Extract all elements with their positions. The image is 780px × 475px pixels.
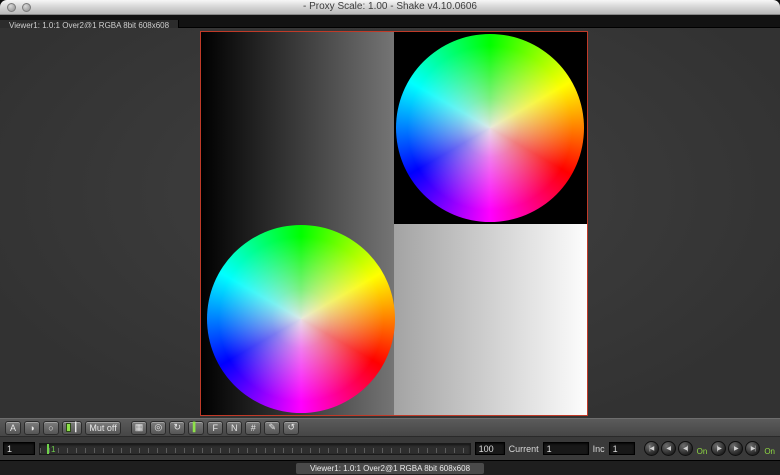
transport-controls: |◀ ◀ ◀| On |▶ ▶ ▶| On (644, 441, 777, 456)
film-gate-icon[interactable]: # (245, 421, 261, 435)
composite-image[interactable] (200, 31, 588, 416)
shake-window: - Proxy Scale: 1.00 - Shake v4.10.0606 V… (0, 0, 780, 475)
channel-alpha-icon[interactable]: ○ (43, 421, 59, 435)
tile-layout-icon[interactable]: ▦ (131, 421, 148, 435)
loop-icon[interactable]: ↺ (283, 421, 299, 435)
timeline-ticks (40, 448, 470, 453)
viewer-canvas[interactable] (0, 28, 780, 418)
roi-indicator[interactable]: ▍ (188, 421, 204, 435)
close-window-button[interactable] (7, 3, 16, 12)
inc-label: Inc (593, 444, 605, 454)
current-label: Current (509, 444, 539, 454)
timeline-playhead[interactable] (47, 444, 49, 454)
inc-value-field[interactable]: 1 (609, 442, 635, 455)
window-controls (7, 3, 31, 12)
minimize-window-button[interactable] (22, 3, 31, 12)
update-icon[interactable]: ↻ (169, 421, 185, 435)
playhead-frame-label: 1 (51, 444, 55, 455)
viewer-tabbar: Viewer1: 1.0:1 Over2@1 RGBA 8bit 608x608 (0, 15, 780, 28)
current-value-field[interactable]: 1 (543, 442, 589, 455)
loop-backward-indicator[interactable]: On (697, 447, 708, 456)
channel-rgb-icon[interactable]: ◑ (24, 421, 40, 435)
play-forward-button[interactable]: ▶ (728, 441, 743, 456)
color-wheel-bottom-left (207, 225, 395, 413)
goto-end-button[interactable]: ▶| (745, 441, 760, 456)
status-bar: Viewer1: 1.0:1 Over2@1 RGBA 8bit 608x608 (0, 460, 780, 475)
color-wheel-top-right (396, 34, 584, 222)
buffer-a-button[interactable]: A (5, 421, 21, 435)
play-backward-button[interactable]: ◀ (661, 441, 676, 456)
step-backward-button[interactable]: ◀| (678, 441, 693, 456)
composite-image-content (201, 32, 587, 415)
broadcast-monitor-icon[interactable]: ◎ (150, 421, 166, 435)
current-frame-field[interactable]: 1 (3, 442, 35, 455)
titlebar: - Proxy Scale: 1.00 - Shake v4.10.0606 (0, 0, 780, 15)
compare-mode-icon[interactable]: ┃ (62, 421, 82, 435)
window-title: - Proxy Scale: 1.00 - Shake v4.10.0606 (0, 0, 780, 14)
mute-button[interactable]: Mut off (85, 421, 120, 435)
step-forward-button[interactable]: |▶ (711, 441, 726, 456)
timeline-track[interactable]: 1 (39, 443, 471, 455)
timeline-row: 1 1 100 Current 1 Inc 1 |◀ ◀ ◀| On |▶ ▶ … (0, 437, 780, 460)
viewer-toolbar: A ◑ ○ ┃ Mut off ▦ ◎ ↻ ▍ F N # ✎ ↺ (0, 418, 780, 437)
paint-icon[interactable]: ✎ (264, 421, 280, 435)
compare-glyph: ┃ (73, 422, 78, 433)
light-ramp-quadrant (394, 224, 587, 416)
status-text: Viewer1: 1.0:1 Over2@1 RGBA 8bit 608x608 (296, 463, 484, 474)
compare-led (66, 423, 71, 432)
loop-forward-indicator[interactable]: On (764, 447, 775, 456)
end-frame-field[interactable]: 100 (475, 442, 505, 455)
goto-start-button[interactable]: |◀ (644, 441, 659, 456)
normalize-icon[interactable]: N (226, 421, 242, 435)
fit-image-icon[interactable]: F (207, 421, 223, 435)
